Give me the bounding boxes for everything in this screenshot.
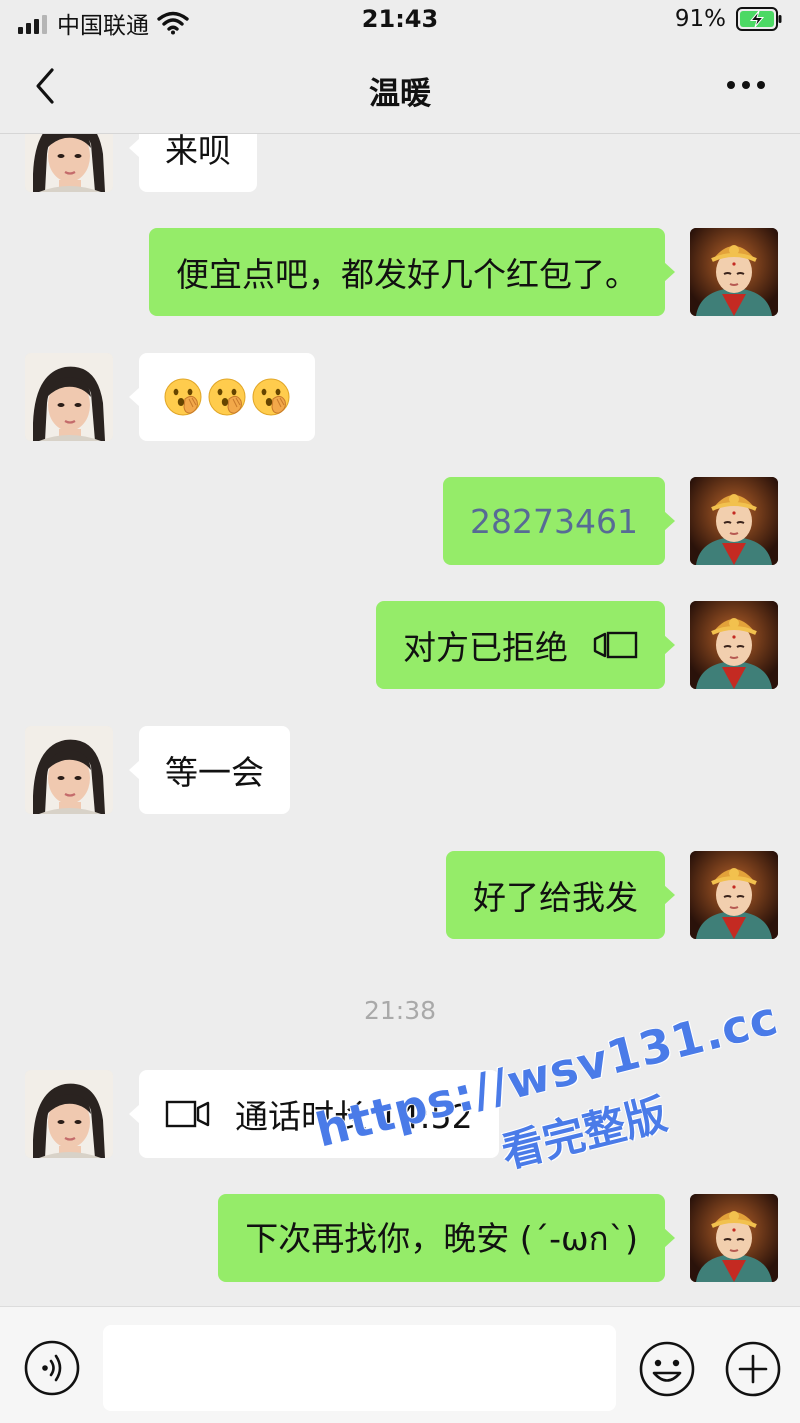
contact-avatar[interactable] bbox=[25, 726, 113, 814]
message-bubble[interactable]: 来呗 bbox=[129, 134, 257, 192]
my-avatar[interactable] bbox=[690, 477, 778, 565]
message-text: 对方已拒绝 bbox=[403, 628, 568, 667]
message-bubble[interactable]: 便宜点吧，都发好几个红包了。 bbox=[149, 228, 675, 316]
video-call-icon bbox=[593, 631, 638, 659]
contact-avatar[interactable] bbox=[25, 353, 113, 441]
status-bar: 中国联通 21:43 91% bbox=[0, 0, 800, 40]
hand-over-mouth-emoji-icon bbox=[251, 377, 291, 417]
message-text: 通话时长 14:52 bbox=[235, 1097, 473, 1136]
voice-input-icon[interactable] bbox=[24, 1340, 80, 1396]
message-text: 等一会 bbox=[165, 753, 264, 792]
contact-avatar[interactable] bbox=[25, 134, 113, 192]
message-bubble[interactable]: 28273461 bbox=[443, 477, 675, 565]
my-avatar[interactable] bbox=[690, 1194, 778, 1282]
more-icon[interactable] bbox=[726, 78, 766, 92]
hand-over-mouth-emoji-icon bbox=[207, 377, 247, 417]
chat-title: 温暖 bbox=[369, 76, 431, 112]
message-bubble[interactable]: 等一会 bbox=[129, 726, 290, 814]
contact-avatar[interactable] bbox=[25, 1070, 113, 1158]
plus-icon[interactable] bbox=[724, 1340, 782, 1398]
my-avatar[interactable] bbox=[690, 851, 778, 939]
message-bubble[interactable]: 好了给我发 bbox=[446, 851, 675, 939]
message-text: 下次再找你，晚安 (´-ωก`) bbox=[245, 1218, 638, 1258]
chat-area[interactable]: 来呗 便宜点吧，都发好几个红包了。 28273461 对方已拒绝 等一会 好了给… bbox=[0, 134, 800, 1306]
phone-number-link[interactable]: 28273461 bbox=[470, 502, 638, 541]
message-text: 来呗 bbox=[165, 134, 231, 170]
status-right: 91% bbox=[675, 6, 782, 32]
message-text: 好了给我发 bbox=[473, 878, 638, 917]
message-input[interactable] bbox=[103, 1325, 616, 1411]
message-bubble[interactable]: 下次再找你，晚安 (´-ωก`) bbox=[218, 1194, 675, 1282]
my-avatar[interactable] bbox=[690, 228, 778, 316]
message-text: 便宜点吧，都发好几个红包了。 bbox=[176, 255, 638, 294]
call-rejected-bubble[interactable]: 对方已拒绝 bbox=[376, 601, 675, 689]
hand-over-mouth-emoji-icon bbox=[163, 377, 203, 417]
call-duration-bubble[interactable]: 通话时长 14:52 bbox=[129, 1070, 499, 1158]
input-bar bbox=[0, 1306, 800, 1423]
emoji-icon[interactable] bbox=[638, 1340, 696, 1398]
message-bubble[interactable] bbox=[129, 353, 315, 441]
battery-percent: 91% bbox=[674, 6, 726, 32]
nav-bar: 温暖 bbox=[0, 40, 800, 134]
chat-timestamp: 21:38 bbox=[363, 996, 437, 1025]
my-avatar[interactable] bbox=[690, 601, 778, 689]
battery-charging-icon bbox=[736, 7, 782, 31]
video-call-icon bbox=[165, 1100, 210, 1128]
